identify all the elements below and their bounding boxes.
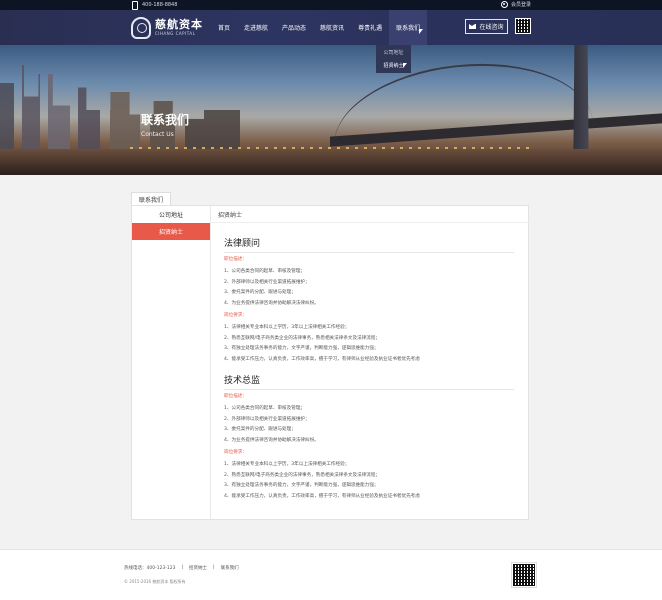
job-req-line: 3、有独立处理法务事务的能力，文字严谨，判断能力强，逻辑思维能力强；: [224, 483, 379, 488]
job-duty-label: 职位描述：: [224, 394, 247, 399]
top-bar: 400-188-8848 会员登录: [0, 0, 662, 10]
logo-mark-icon: [131, 16, 151, 39]
side-item-careers[interactable]: 招贤纳士: [132, 223, 210, 240]
job-duty-line: 4、为业务提供法律咨询并协助解决法律纠纷。: [224, 437, 319, 443]
nav-news[interactable]: 慈航资讯: [313, 10, 351, 45]
contact-dropdown: 公司地址 招贤纳士: [376, 45, 411, 73]
footer: 热线电话：400-123-123 | 招贤纳士 | 联系我们 © 2015-20…: [0, 549, 662, 600]
nav-about[interactable]: 走进慈航: [237, 10, 275, 45]
mouse-cursor-icon: [402, 63, 408, 70]
job-posting: 法律顾问 职位描述： 1、公司各类合同的起草、审核及管理； 2、外部律师以及相关…: [224, 236, 514, 365]
job-req-line: 1、法律相关专业本科以上学历，3年以上法律相关工作经验；: [224, 325, 350, 330]
phone-icon: [131, 1, 138, 10]
phone-info: 400-188-8848: [131, 1, 178, 10]
section-heading: 招贤纳士: [211, 206, 529, 223]
banner-subtitle: Contact Us: [141, 131, 174, 138]
member-login-label: 会员登录: [510, 2, 531, 8]
main-nav: 首页 走进慈航 产品动态 慈航资讯 尊贵礼遇 联系我们: [211, 10, 428, 45]
header: 慈航资本 CIHANG CAPITAL 首页 走进慈航 产品动态 慈航资讯 尊贵…: [0, 10, 662, 45]
footer-copyright: © 2015-2016 慈航资本 版权所有: [124, 579, 186, 584]
content-panel: 公司地址 招贤纳士 招贤纳士 法律顾问 职位描述： 1、公司各类合同的起草、审核…: [131, 205, 529, 520]
job-req-line: 3、有独立处理法务事务的能力，文字严谨，判断能力强，逻辑思维能力强；: [224, 346, 379, 351]
job-duty-line: 2、外部律师以及相关行业渠道拓展维护；: [224, 279, 310, 285]
nav-contact[interactable]: 联系我们: [389, 10, 428, 45]
dropdown-item-careers[interactable]: 招贤纳士: [383, 62, 407, 69]
job-duty-line: 3、委托案件的分配、跟进与处理；: [224, 427, 296, 432]
job-req-line: 4、能承受工作压力，认真负责，工作效率高，擅于学习，有律师从业经验及执业证书者优…: [224, 356, 420, 362]
section-tab-bar: 联系我们: [131, 192, 171, 205]
job-duty-line: 3、委托案件的分配、跟进与处理；: [224, 290, 296, 295]
logo-name-en: CIHANG CAPITAL: [155, 31, 196, 36]
nav-home[interactable]: 首页: [211, 10, 237, 45]
job-req-line: 4、能承受工作压力，认真负责，工作效率高，擅于学习，有律师从业经验及执业证书者优…: [224, 493, 420, 499]
job-req-line: 1、法律相关专业本科以上学历，3年以上法律相关工作经验；: [224, 462, 350, 467]
nav-contact-label: 联系我们: [396, 25, 421, 32]
job-req-label: 岗位要求：: [224, 450, 247, 455]
nav-products[interactable]: 产品动态: [275, 10, 313, 45]
nav-privileges[interactable]: 尊贵礼遇: [351, 10, 389, 45]
dropdown-item-careers-label: 招贤纳士: [383, 63, 404, 69]
job-duty-line: 4、为业务提供法律咨询并协助解决法律纠纷。: [224, 300, 319, 306]
online-consult-button[interactable]: 在线咨询: [465, 19, 508, 34]
job-title: 法律顾问: [224, 236, 514, 253]
mouse-cursor-icon: [419, 29, 424, 36]
tab-contact-us[interactable]: 联系我们: [131, 192, 171, 205]
hero-banner: [0, 45, 662, 175]
side-nav: 公司地址 招贤纳士: [132, 206, 211, 519]
water-image: [0, 149, 662, 175]
mail-icon: [469, 24, 477, 29]
job-duty-line: 1、公司各类合同的起草、审核及管理；: [224, 406, 306, 411]
qr-code-icon[interactable]: [515, 18, 531, 34]
online-consult-label: 在线咨询: [479, 24, 504, 31]
job-duty-line: 2、外部律师以及相关行业渠道拓展维护；: [224, 416, 310, 422]
job-posting: 技术总监 职位描述： 1、公司各类合同的起草、审核及管理； 2、外部律师以及相关…: [224, 373, 514, 502]
footer-link-careers[interactable]: 招贤纳士: [189, 565, 207, 571]
job-req-line: 2、熟悉互联网/电子商务类企业的法律事务，熟悉相关法律条文及法律流程；: [224, 472, 381, 478]
footer-link-contact[interactable]: 联系我们: [221, 565, 239, 571]
footer-links: 热线电话：400-123-123 | 招贤纳士 | 联系我们: [124, 565, 239, 571]
city-skyline-image: [0, 65, 240, 155]
footer-qr-code-icon: [511, 562, 537, 588]
logo-name-cn: 慈航资本: [155, 18, 203, 31]
dropdown-item-address[interactable]: 公司地址: [383, 49, 403, 56]
job-duty-label: 职位描述：: [224, 257, 247, 262]
banner-title: 联系我们: [141, 113, 190, 127]
job-duty-line: 1、公司各类合同的起草、审核及管理；: [224, 269, 306, 274]
side-item-address[interactable]: 公司地址: [132, 206, 210, 223]
logo[interactable]: 慈航资本 CIHANG CAPITAL: [131, 13, 211, 42]
user-icon: [500, 1, 508, 8]
footer-hotline: 热线电话：400-123-123: [124, 566, 176, 571]
job-req-label: 岗位要求：: [224, 313, 247, 318]
phone-number: 400-188-8848: [142, 1, 178, 8]
job-title: 技术总监: [224, 373, 514, 390]
member-login-link[interactable]: 会员登录: [500, 1, 531, 8]
job-req-line: 2、熟悉互联网/电子商务类企业的法律事务，熟悉相关法律条文及法律流程；: [224, 335, 381, 341]
